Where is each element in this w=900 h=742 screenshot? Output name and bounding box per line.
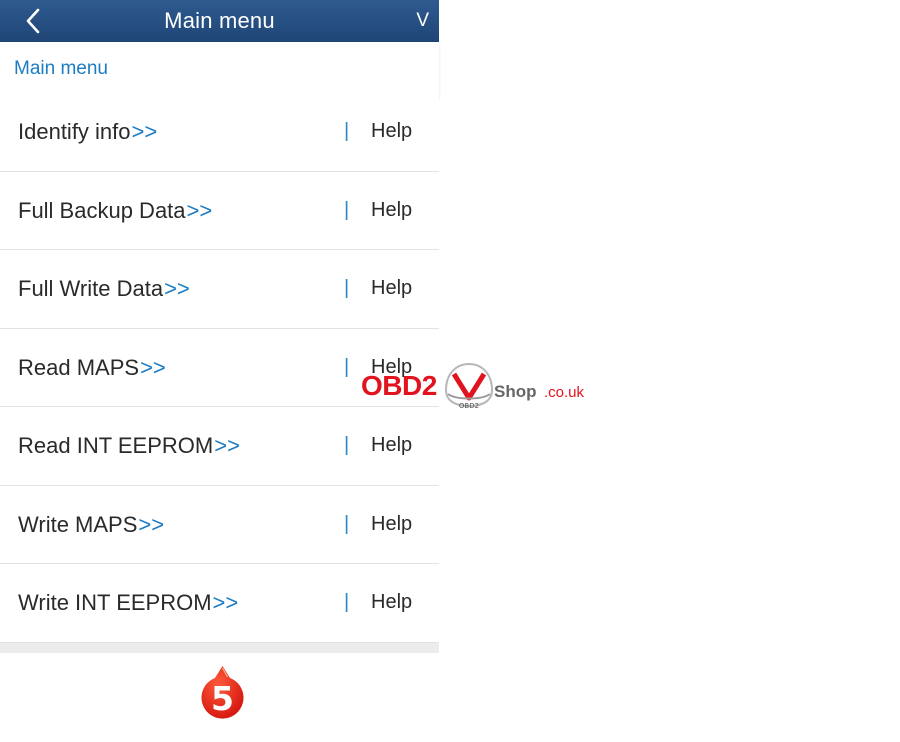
step-badge: 5 <box>200 665 245 721</box>
separator: | <box>344 277 350 299</box>
car-logo-icon: OBD2 <box>444 362 494 410</box>
menu-item-identify-info[interactable]: Identify info>> | Help <box>0 93 439 172</box>
double-arrow: >> <box>212 590 239 615</box>
double-arrow: >> <box>214 433 240 458</box>
breadcrumb-main-menu[interactable]: Main menu <box>14 42 108 95</box>
help-link-full-backup-data[interactable]: Help <box>371 172 412 249</box>
help-link-full-write-data[interactable]: Help <box>371 250 412 327</box>
menu-item-label: Full Write Data>> <box>18 276 190 301</box>
menu-item-label: Write INT EEPROM>> <box>18 590 239 615</box>
separator: | <box>344 355 350 378</box>
menu-item-write-maps[interactable]: Write MAPS>> | Help <box>0 485 439 564</box>
help-link-identify-info[interactable]: Help <box>371 93 412 170</box>
obd2shop-watermark: OBD2 OBD2 Shop .co.uk <box>358 358 593 413</box>
title-bar: Main menu V <box>0 0 439 42</box>
watermark-domain: .co.uk <box>544 384 585 401</box>
car-logo-text: OBD2 <box>459 402 479 410</box>
menu-item-full-backup-data[interactable]: Full Backup Data>> | Help <box>0 171 439 250</box>
separator: | <box>344 591 350 613</box>
menu-item-label: Write MAPS>> <box>18 511 165 537</box>
menu-item-read-int-eeprom[interactable]: Read INT EEPROM>> | Help <box>0 407 439 486</box>
double-arrow: >> <box>138 511 165 537</box>
bottom-strip <box>0 643 439 653</box>
separator: | <box>344 120 350 142</box>
menu-item-label: Identify info>> <box>18 119 158 144</box>
double-arrow: >> <box>164 276 190 301</box>
page-title: Main menu <box>164 8 275 33</box>
separator: | <box>344 434 350 456</box>
double-arrow: >> <box>186 197 213 223</box>
menu-item-write-int-eeprom[interactable]: Write INT EEPROM>> | Help <box>0 564 439 643</box>
double-arrow: >> <box>131 119 158 144</box>
menu-item-full-write-data[interactable]: Full Write Data>> | Help <box>0 250 439 329</box>
separator: | <box>344 198 350 221</box>
phone-screen: Main menu V Main menu Identify info>> | … <box>0 0 439 653</box>
watermark-shop: Shop <box>494 382 537 401</box>
menu-item-label: Full Backup Data>> <box>18 197 213 223</box>
menu-item-label: Read MAPS>> <box>18 354 166 380</box>
help-link-write-int-eeprom[interactable]: Help <box>371 564 412 641</box>
watermark-brand: OBD2 <box>361 370 437 401</box>
help-link-write-maps[interactable]: Help <box>371 486 412 563</box>
double-arrow: >> <box>140 354 166 380</box>
help-link-read-int-eeprom[interactable]: Help <box>371 407 412 484</box>
separator: | <box>344 512 350 535</box>
step-number: 5 <box>211 679 234 718</box>
menu-item-label: Read INT EEPROM>> <box>18 433 240 458</box>
breadcrumb-bar: Main menu <box>0 42 439 97</box>
version-button[interactable]: V <box>416 0 429 42</box>
